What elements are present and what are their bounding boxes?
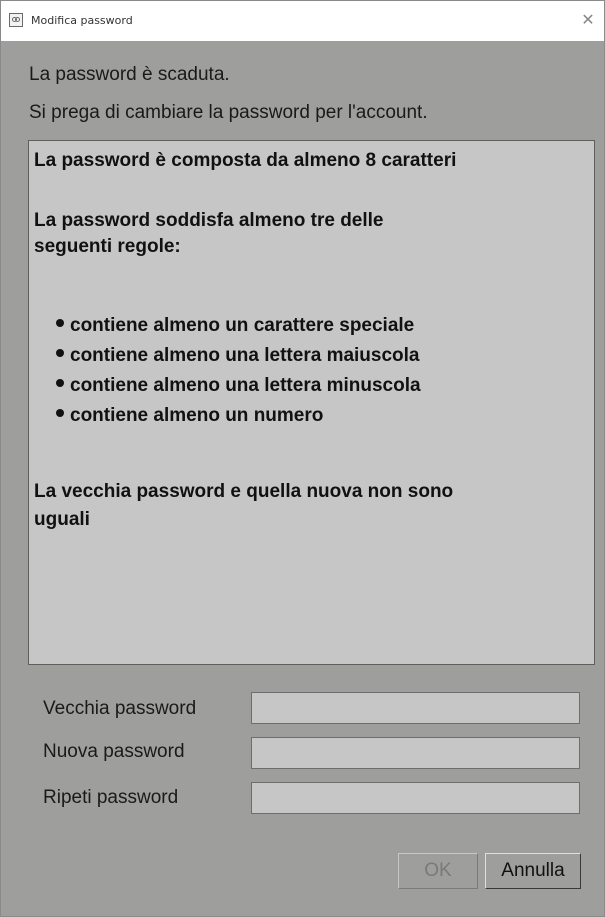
password-rules-panel: La password è composta da almeno 8 carat… xyxy=(28,140,595,665)
list-item: contiene almeno un carattere speciale xyxy=(56,311,421,341)
list-item: contiene almeno un numero xyxy=(56,401,421,431)
instruction-message: Si prega di cambiare la password per l'a… xyxy=(29,102,428,123)
list-item: contiene almeno una lettera maiuscola xyxy=(56,341,421,371)
rule-not-equal-line1: La vecchia password e quella nuova non s… xyxy=(34,481,454,502)
password-dialog: Modifica password ✕ La password è scadut… xyxy=(0,0,605,917)
rule-not-equal-line2: uguali xyxy=(34,509,90,530)
repeat-password-field[interactable] xyxy=(251,782,580,814)
window-title: Modifica password xyxy=(31,14,133,27)
repeat-password-label: Ripeti password xyxy=(43,787,179,808)
rule-lowercase: contiene almeno una lettera minuscola xyxy=(70,375,421,396)
close-icon[interactable]: ✕ xyxy=(576,9,600,31)
cancel-button[interactable]: Annulla xyxy=(485,853,581,889)
old-password-field[interactable] xyxy=(251,692,580,724)
rule-three-of-four-line2: seguenti regole: xyxy=(34,236,181,257)
rule-bullet-list: contiene almeno un carattere speciale co… xyxy=(56,311,421,431)
rule-number: contiene almeno un numero xyxy=(70,405,324,426)
rule-special-char: contiene almeno un carattere speciale xyxy=(70,315,415,336)
new-password-field[interactable] xyxy=(251,737,580,769)
bullet-dot-icon xyxy=(56,379,64,387)
new-password-label: Nuova password xyxy=(43,741,185,762)
old-password-label: Vecchia password xyxy=(43,698,197,719)
expired-message: La password è scaduta. xyxy=(29,64,230,85)
app-icon xyxy=(9,13,23,27)
title-bar[interactable]: Modifica password ✕ xyxy=(1,1,604,41)
rule-uppercase: contiene almeno una lettera maiuscola xyxy=(70,345,420,366)
list-item: contiene almeno una lettera minuscola xyxy=(56,371,421,401)
bullet-dot-icon xyxy=(56,409,64,417)
rule-length: La password è composta da almeno 8 carat… xyxy=(34,150,457,171)
bullet-dot-icon xyxy=(56,319,64,327)
rule-three-of-four-line1: La password soddisfa almeno tre delle xyxy=(34,210,384,231)
bullet-dot-icon xyxy=(56,349,64,357)
ok-button[interactable]: OK xyxy=(398,853,478,889)
